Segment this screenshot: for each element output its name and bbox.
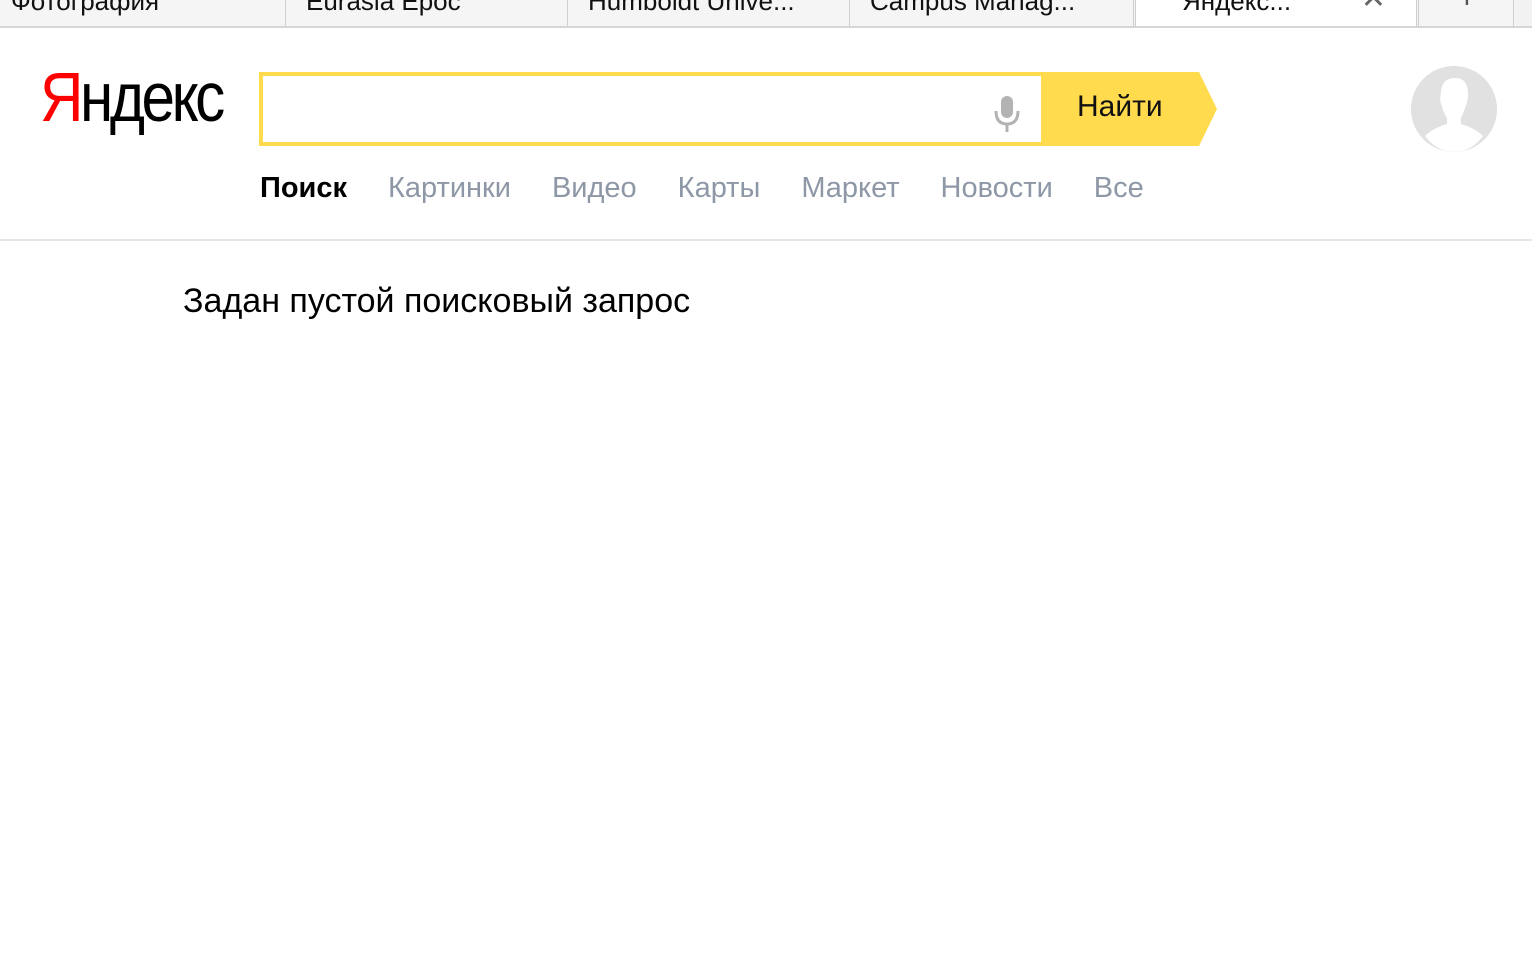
search-box [259, 72, 1043, 146]
service-search[interactable]: Поиск [260, 172, 347, 212]
microphone-icon[interactable] [991, 94, 1023, 134]
logo-rest: ндекс [80, 58, 225, 136]
user-avatar-icon[interactable] [1411, 66, 1497, 152]
tab-title: Яндекс... [1182, 0, 1292, 16]
tab-1[interactable]: Фотография [0, 0, 286, 26]
logo-first-letter: Я [40, 58, 83, 136]
service-market[interactable]: Маркет [801, 172, 899, 212]
find-button[interactable]: Найти [1041, 72, 1217, 146]
tab-4[interactable]: Campus Manag... [849, 0, 1134, 26]
find-button-label: Найти [1077, 90, 1163, 123]
services-nav: Поиск Картинки Видео Карты Маркет Новост… [260, 172, 1185, 212]
tab-title: Humboldt Unive... [588, 0, 795, 16]
new-tab-button[interactable]: + [1418, 0, 1514, 26]
service-all[interactable]: Все [1094, 172, 1144, 212]
empty-query-message: Задан пустой поисковый запрос [183, 282, 691, 320]
header-divider [0, 239, 1532, 241]
close-icon[interactable]: ✕ [1361, 0, 1386, 14]
tab-2[interactable]: Eurasia Epoc [285, 0, 568, 26]
yandex-logo[interactable]: Яндекс [40, 62, 225, 132]
tab-title: Eurasia Epoc [306, 0, 461, 16]
service-video[interactable]: Видео [552, 172, 637, 212]
service-maps[interactable]: Карты [678, 172, 761, 212]
service-images[interactable]: Картинки [388, 172, 511, 212]
tab-title: Фотография [11, 0, 160, 16]
search-form: Найти [259, 72, 1219, 146]
service-news[interactable]: Новости [941, 172, 1053, 212]
tab-3[interactable]: Humboldt Unive... [567, 0, 850, 26]
tab-title: Campus Manag... [870, 0, 1076, 16]
user-silhouette-icon [1411, 66, 1497, 152]
plus-icon: + [1457, 0, 1477, 14]
tab-5-active[interactable]: Яндекс... ✕ [1135, 0, 1417, 26]
browser-tab-strip: Фотография Eurasia Epoc Humboldt Unive..… [0, 0, 1532, 28]
search-input[interactable] [273, 84, 973, 134]
